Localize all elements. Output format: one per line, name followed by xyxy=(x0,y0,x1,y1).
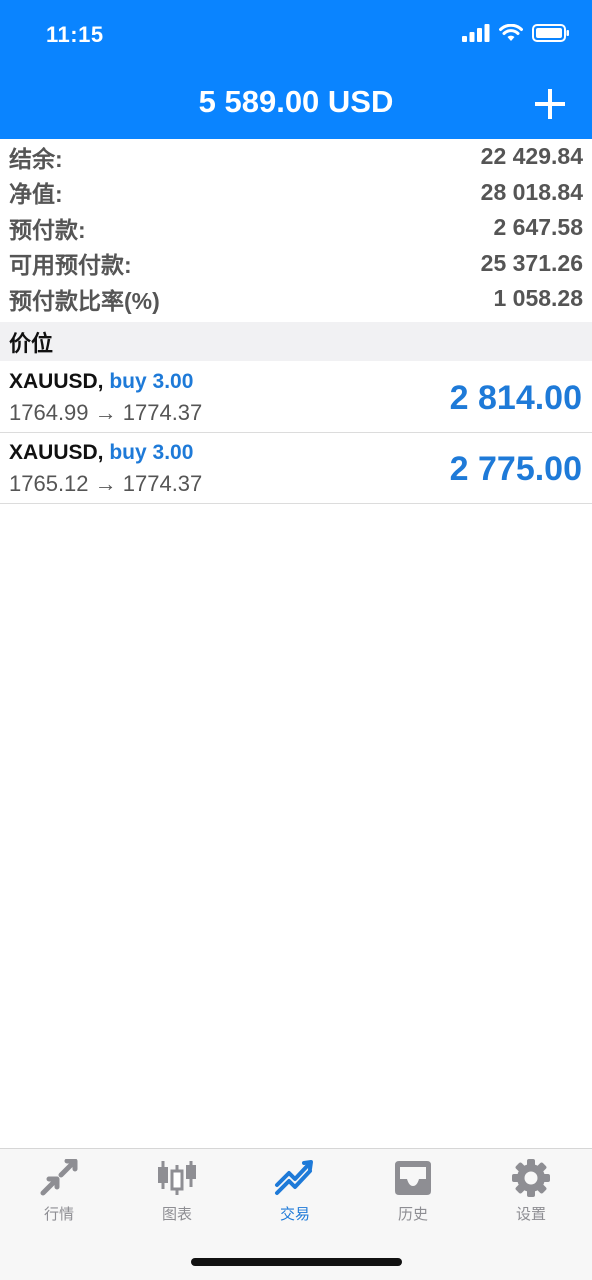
tab-label: 设置 xyxy=(515,1206,546,1223)
summary-row-free-margin: 可用预付款: 25 371.26 xyxy=(0,246,592,282)
position-profit: 2 775.00 xyxy=(449,450,582,488)
summary-label: 预付款比率(%) xyxy=(9,287,160,314)
summary-row-margin: 预付款: 2 647.58 xyxy=(0,210,592,246)
summary-label: 结余: xyxy=(9,145,63,172)
summary-value: 22 429.84 xyxy=(480,143,583,170)
wifi-icon xyxy=(499,24,523,41)
summary-row-balance: 结余: 22 429.84 xyxy=(0,139,592,175)
account-summary: 结余: 22 429.84 净值: 28 018.84 预付款: 2 647.5… xyxy=(0,139,592,317)
plus-icon[interactable] xyxy=(530,84,570,124)
summary-value: 28 018.84 xyxy=(480,178,583,205)
section-title: 价位 xyxy=(9,330,54,356)
position-profit: 2 814.00 xyxy=(449,379,582,417)
tab-quotes[interactable]: 行情 xyxy=(0,1159,118,1224)
candlestick-chart-icon xyxy=(158,1161,196,1195)
tab-label: 图表 xyxy=(161,1206,192,1223)
summary-label: 净值: xyxy=(9,181,63,208)
summary-label: 预付款: xyxy=(9,216,86,243)
tab-settings[interactable]: 设置 xyxy=(472,1159,590,1224)
tab-label: 行情 xyxy=(43,1206,74,1223)
balance-title: 5 589.00 USD xyxy=(198,84,394,119)
position-direction: buy 3.00 xyxy=(109,370,194,393)
app-header: 11:15 5 589.00 USD xyxy=(0,0,592,139)
tab-chart[interactable]: 图表 xyxy=(118,1159,236,1224)
position-direction: buy 3.00 xyxy=(109,441,194,464)
tab-label: 交易 xyxy=(279,1206,310,1223)
summary-row-equity: 净值: 28 018.84 xyxy=(0,175,592,211)
position-row[interactable]: XAUUSD, buy 3.00 1765.12 → 1774.37 2 775… xyxy=(0,433,592,504)
tab-history[interactable]: 历史 xyxy=(354,1159,472,1224)
position-symbol: XAUUSD, buy 3.00 xyxy=(9,441,193,465)
history-inbox-icon xyxy=(395,1161,431,1195)
quotes-arrows-icon xyxy=(40,1159,78,1196)
position-symbol-text: XAUUSD, xyxy=(9,370,104,393)
position-prices: 1765.12 → 1774.37 xyxy=(9,471,203,496)
status-time: 11:15 xyxy=(46,22,104,47)
home-indicator[interactable] xyxy=(191,1258,402,1266)
position-row[interactable]: XAUUSD, buy 3.00 1764.99 → 1774.37 2 814… xyxy=(0,362,592,433)
positions-list: XAUUSD, buy 3.00 1764.99 → 1774.37 2 814… xyxy=(0,362,592,504)
summary-value: 1 058.28 xyxy=(493,285,583,312)
signal-icon xyxy=(462,24,490,42)
summary-value: 25 371.26 xyxy=(480,249,583,276)
position-symbol-text: XAUUSD, xyxy=(9,441,104,464)
position-prices: 1764.99 → 1774.37 xyxy=(9,400,203,425)
summary-value: 2 647.58 xyxy=(493,214,583,241)
battery-icon xyxy=(532,24,569,42)
status-icons xyxy=(462,24,570,42)
gear-icon xyxy=(512,1159,550,1197)
summary-row-margin-level: 预付款比率(%) 1 058.28 xyxy=(0,281,592,317)
tab-label: 历史 xyxy=(397,1206,428,1223)
tab-trade[interactable]: 交易 xyxy=(236,1159,354,1224)
summary-label: 可用预付款: xyxy=(9,252,132,279)
trade-trend-icon xyxy=(275,1160,313,1195)
position-symbol: XAUUSD, buy 3.00 xyxy=(9,370,193,394)
positions-section-header: 价位 xyxy=(0,322,592,361)
